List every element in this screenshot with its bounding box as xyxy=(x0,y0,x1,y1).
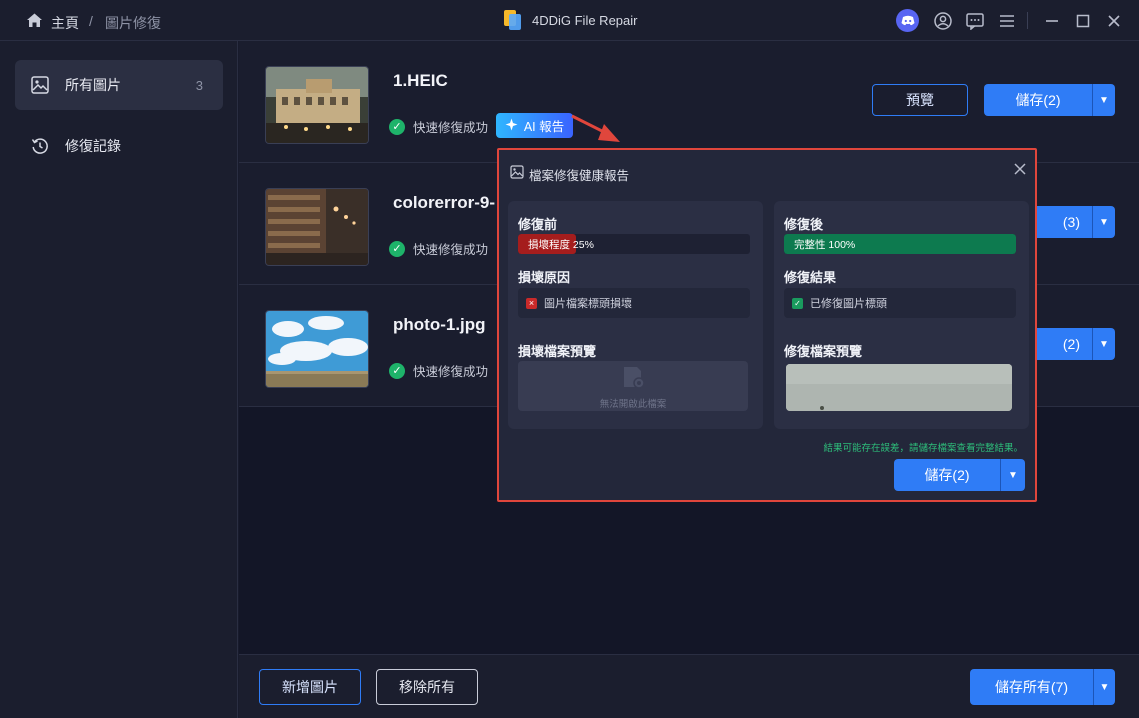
repair-status: ✓ 快速修復成功 xyxy=(389,361,488,380)
check-icon: ✓ xyxy=(389,118,405,135)
file-name: photo-1.jpg xyxy=(393,315,486,334)
save-button[interactable]: (3) xyxy=(1029,206,1092,238)
save-all-dropdown-button[interactable]: ▼ xyxy=(1093,669,1115,705)
before-repair-panel: 修復前 損壞程度 25% 損壞原因 × 圖片檔案標頭損壞 損壞檔案預覽 無法開啟… xyxy=(508,201,763,429)
integrity-bar: 完整性 100% xyxy=(784,234,1016,254)
repair-result: ✓ 已修復圖片標頭 xyxy=(784,288,1016,318)
status-text: 快速修復成功 xyxy=(413,121,489,135)
damage-bar: 損壞程度 25% xyxy=(518,234,750,254)
add-images-button[interactable]: 新增圖片 xyxy=(259,669,361,705)
minimize-icon[interactable] xyxy=(1042,11,1062,31)
app-logo-icon xyxy=(503,9,523,31)
repair-status: ✓ 快速修復成功 xyxy=(389,239,488,258)
damaged-preview-heading: 損壞檔案預覽 xyxy=(518,344,597,359)
save-button[interactable]: (2) xyxy=(1029,328,1092,360)
caret-down-icon: ▼ xyxy=(1099,94,1109,106)
home-icon[interactable] xyxy=(26,12,43,28)
save-button[interactable]: 儲存(2) xyxy=(984,84,1092,116)
history-icon xyxy=(31,137,49,155)
file-thumbnail xyxy=(265,66,369,144)
caret-down-icon: ▼ xyxy=(1099,681,1110,693)
report-title: 檔案修復健康報告 xyxy=(529,169,630,183)
reason-heading: 損壞原因 xyxy=(518,270,571,285)
error-icon: × xyxy=(526,297,537,309)
result-text: 已修復圖片標頭 xyxy=(810,298,887,310)
result-heading: 修復結果 xyxy=(784,270,837,285)
titlebar-divider xyxy=(1027,12,1028,29)
breadcrumb-separator: / xyxy=(89,13,93,29)
caret-down-icon: ▼ xyxy=(1008,469,1018,481)
ai-report-button[interactable]: AI 報告 xyxy=(496,113,573,138)
save-all-button[interactable]: 儲存所有(7) xyxy=(970,669,1093,705)
breadcrumb-current: 圖片修復 xyxy=(105,15,161,31)
status-text: 快速修復成功 xyxy=(413,243,489,257)
app-title: 4DDiG File Repair xyxy=(532,13,638,28)
report-save-dropdown-button[interactable]: ▼ xyxy=(1000,459,1025,491)
after-heading: 修復後 xyxy=(784,217,824,232)
repair-report-dialog: 檔案修復健康報告 修復前 損壞程度 25% 損壞原因 × 圖片檔案標頭損壞 損壞… xyxy=(497,148,1037,502)
sparkle-icon xyxy=(505,118,518,134)
repair-status: ✓ 快速修復成功 xyxy=(389,117,488,136)
before-heading: 修復前 xyxy=(518,217,558,232)
image-icon xyxy=(31,76,49,94)
annotation-arrow-icon xyxy=(571,114,620,142)
sidebar-item-all-images[interactable]: 所有圖片 3 xyxy=(15,60,223,110)
maximize-icon[interactable] xyxy=(1073,11,1093,31)
damage-label: 損壞程度 25% xyxy=(528,239,594,251)
caret-down-icon: ▼ xyxy=(1099,338,1109,350)
menu-icon[interactable] xyxy=(997,11,1017,31)
save-dropdown-button[interactable]: ▼ xyxy=(1092,328,1115,360)
discord-icon[interactable] xyxy=(896,9,919,32)
bottom-bar: 新增圖片 移除所有 儲存所有(7) ▼ xyxy=(239,654,1139,718)
close-icon[interactable] xyxy=(1104,11,1124,31)
repaired-preview xyxy=(786,364,1012,411)
save-dropdown-button[interactable]: ▼ xyxy=(1092,84,1115,116)
repaired-preview-heading: 修復檔案預覽 xyxy=(784,344,863,359)
integrity-label: 完整性 100% xyxy=(794,239,856,251)
report-save-button[interactable]: 儲存(2) xyxy=(894,459,1000,491)
sidebar-item-label: 所有圖片 xyxy=(65,77,121,93)
damaged-preview: 無法開啟此檔案 xyxy=(518,361,748,411)
file-thumbnail xyxy=(265,310,369,388)
close-dialog-icon[interactable] xyxy=(1013,162,1027,179)
broken-image-icon xyxy=(621,365,647,394)
file-name: colorerror-9- xyxy=(393,193,496,212)
file-name: 1.HEIC xyxy=(393,71,448,90)
file-row[interactable]: 1.HEIC ✓ 快速修復成功 AI 報告 預覽 儲存(2) ▼ xyxy=(239,41,1139,163)
check-icon: ✓ xyxy=(389,240,405,257)
cannot-open-text: 無法開啟此檔案 xyxy=(599,399,667,410)
caret-down-icon: ▼ xyxy=(1099,216,1109,228)
account-icon[interactable] xyxy=(933,11,953,31)
save-dropdown-button[interactable]: ▼ xyxy=(1092,206,1115,238)
damage-reason: × 圖片檔案標頭損壞 xyxy=(518,288,750,318)
success-icon: ✓ xyxy=(792,297,803,309)
breadcrumb-home[interactable]: 主頁 xyxy=(51,13,79,33)
result-note: 結果可能存在誤差，請儲存檔案查看完整結果。 xyxy=(823,443,1023,454)
status-text: 快速修復成功 xyxy=(413,365,489,379)
report-image-icon xyxy=(510,165,524,182)
check-icon: ✓ xyxy=(389,362,405,379)
sidebar-item-history[interactable]: 修復記錄 xyxy=(15,121,223,171)
reason-text: 圖片檔案標頭損壞 xyxy=(544,298,632,310)
remove-all-button[interactable]: 移除所有 xyxy=(376,669,478,705)
feedback-icon[interactable] xyxy=(965,11,985,31)
image-count: 3 xyxy=(195,77,203,93)
sidebar: 所有圖片 3 修復記錄 xyxy=(0,41,238,718)
preview-button[interactable]: 預覽 xyxy=(872,84,968,116)
sidebar-item-label: 修復記錄 xyxy=(65,138,121,154)
ai-report-label: AI 報告 xyxy=(523,120,565,134)
title-bar: 主頁 / 圖片修復 4DDiG File Repair xyxy=(0,0,1139,41)
file-thumbnail xyxy=(265,188,369,266)
after-repair-panel: 修復後 完整性 100% 修復結果 ✓ 已修復圖片標頭 修復檔案預覽 xyxy=(774,201,1029,429)
